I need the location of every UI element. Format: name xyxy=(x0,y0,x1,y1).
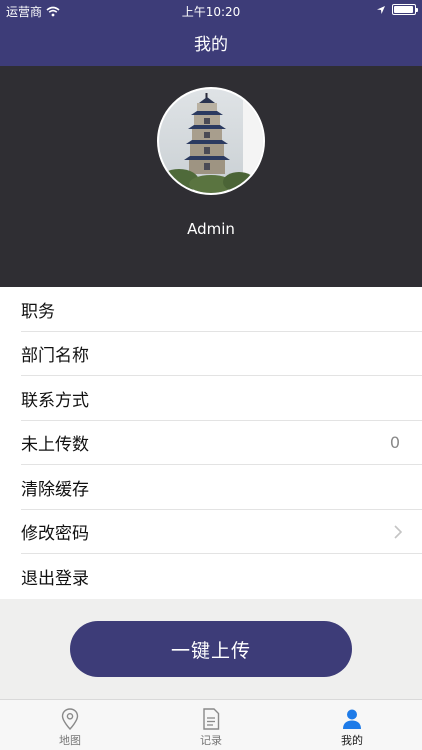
tab-me[interactable]: 我的 xyxy=(282,700,422,750)
pagoda-photo xyxy=(159,89,263,193)
avatar[interactable] xyxy=(157,87,265,195)
menu-item-pending-uploads[interactable]: 未上传数 0 xyxy=(0,421,422,466)
status-right xyxy=(376,4,418,15)
user-icon xyxy=(343,709,361,729)
username: Admin xyxy=(187,220,235,238)
menu-item-contact[interactable]: 联系方式 xyxy=(0,376,422,421)
map-pin-icon xyxy=(61,708,79,730)
menu-item-change-password[interactable]: 修改密码 xyxy=(0,510,422,555)
one-click-upload-button[interactable]: 一键上传 xyxy=(70,621,352,677)
pending-upload-count: 0 xyxy=(389,433,400,453)
settings-list: 职务 部门名称 联系方式 未上传数 0 清除缓存 修改密码 退出登录 xyxy=(0,287,422,599)
chevron-right-icon xyxy=(394,524,402,539)
tab-map[interactable]: 地图 xyxy=(0,700,140,750)
status-time: 上午10:20 xyxy=(181,5,241,19)
document-icon xyxy=(203,708,220,730)
location-arrow-icon xyxy=(377,5,385,14)
menu-item-clear-cache[interactable]: 清除缓存 xyxy=(0,465,422,510)
menu-item-logout[interactable]: 退出登录 xyxy=(0,554,422,599)
menu-item-label: 联系方式 xyxy=(21,390,89,411)
status-bar: 运营商 上午10:20 xyxy=(0,0,422,22)
menu-item-department[interactable]: 部门名称 xyxy=(0,332,422,377)
menu-item-label: 职务 xyxy=(21,301,55,322)
tab-records[interactable]: 记录 xyxy=(141,700,281,750)
menu-item-position[interactable]: 职务 xyxy=(0,287,422,332)
tab-label: 地图 xyxy=(59,734,81,747)
tab-label: 记录 xyxy=(200,734,222,747)
menu-item-label: 清除缓存 xyxy=(21,479,89,500)
menu-item-label: 未上传数 xyxy=(21,435,89,456)
menu-item-label: 部门名称 xyxy=(21,346,89,367)
battery-icon xyxy=(392,4,418,15)
page-title: 我的 xyxy=(194,35,228,55)
tab-label: 我的 xyxy=(341,734,363,747)
profile-header: Admin xyxy=(0,66,422,287)
menu-item-label: 修改密码 xyxy=(21,524,89,545)
tab-bar: 地图 记录 我的 xyxy=(0,699,422,750)
menu-item-label: 退出登录 xyxy=(21,568,89,589)
top-bar: 运营商 上午10:20 我的 xyxy=(0,0,422,66)
